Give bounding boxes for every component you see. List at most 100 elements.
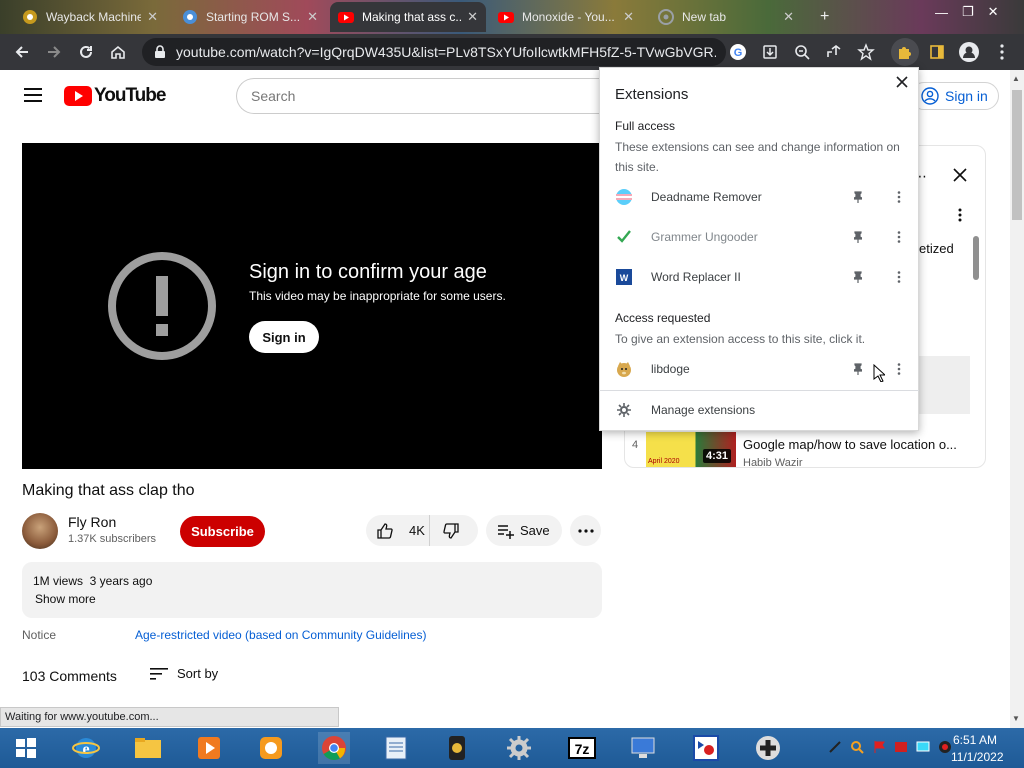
scroll-down-icon[interactable]: ▼ [1012, 714, 1020, 723]
share-button[interactable] [820, 38, 848, 66]
tab-making-that[interactable]: Making that ass c... ✕ [330, 2, 486, 32]
show-more-link[interactable]: Show more [35, 592, 96, 606]
install-button[interactable] [756, 38, 784, 66]
extension-row-deadname-remover[interactable]: Deadname Remover [599, 184, 919, 210]
gamepad-app-icon[interactable] [752, 732, 784, 764]
chrome-taskbar-icon[interactable] [318, 732, 350, 764]
remote-desktop-icon[interactable] [627, 732, 659, 764]
clock-time[interactable]: 6:51 AM [953, 733, 997, 747]
save-button[interactable]: Save [486, 515, 562, 546]
extension-menu-icon[interactable] [897, 363, 901, 375]
reload-button[interactable] [72, 38, 100, 66]
extension-menu-icon[interactable] [897, 191, 901, 203]
like-button[interactable]: 4K [366, 515, 430, 546]
description-box[interactable] [22, 562, 602, 618]
recorder-app-icon[interactable] [690, 732, 722, 764]
google-lens-button[interactable]: G [724, 38, 752, 66]
google-icon: G [730, 44, 746, 60]
notepad-icon[interactable] [380, 732, 412, 764]
home-icon [111, 45, 125, 59]
tab-monoxide[interactable]: Monoxide - You... ✕ [490, 2, 642, 32]
search-input[interactable]: Search [236, 78, 636, 114]
extension-menu-icon[interactable] [897, 271, 901, 283]
extension-row-grammer-ungooder[interactable]: Grammer Ungooder [599, 224, 919, 250]
player-sign-in-button[interactable]: Sign in [249, 321, 319, 353]
youtube-favicon-icon [338, 9, 354, 25]
search-tray-icon[interactable] [850, 740, 864, 754]
close-icon[interactable]: ✕ [307, 9, 318, 25]
close-icon[interactable]: ✕ [783, 9, 794, 25]
tool-app-icon[interactable] [441, 732, 473, 764]
extension-menu-icon[interactable] [897, 231, 901, 243]
volume-tray-icon[interactable] [938, 740, 952, 754]
full-access-heading: Full access [615, 119, 676, 133]
manage-extensions-button[interactable]: Manage extensions [599, 397, 919, 423]
internet-explorer-icon[interactable]: e [70, 732, 102, 764]
channel-avatar[interactable] [22, 513, 58, 549]
sort-by-button[interactable]: Sort by [150, 666, 218, 681]
browser-menu-button[interactable] [988, 38, 1016, 66]
sort-by-label: Sort by [177, 666, 219, 681]
close-icon[interactable]: ✕ [147, 9, 158, 25]
extensions-close-icon[interactable] [896, 76, 908, 88]
extension-row-word-replacer[interactable]: W Word Replacer II [599, 264, 919, 290]
address-bar[interactable]: youtube.com/watch?v=IgQrqDW435U&list=PLv… [142, 38, 726, 66]
playlist-close-icon[interactable] [952, 167, 968, 183]
7zip-icon[interactable]: 7z [566, 732, 598, 764]
extensions-button[interactable] [891, 38, 919, 66]
extension-row-libdoge[interactable]: libdoge [599, 356, 919, 382]
restore-icon[interactable]: ❐ [962, 4, 974, 20]
zoom-button[interactable] [788, 38, 816, 66]
age-restricted-link[interactable]: Age-restricted video (based on Community… [135, 628, 426, 642]
back-button[interactable] [8, 38, 36, 66]
divider [599, 390, 919, 391]
start-button[interactable] [10, 732, 42, 764]
security-tray-icon[interactable] [894, 740, 908, 754]
profile-button[interactable] [955, 38, 983, 66]
playlist-kebab-icon[interactable] [958, 208, 962, 222]
tab-title: Starting ROM S... [206, 10, 301, 24]
pin-icon[interactable] [854, 231, 862, 243]
hamburger-menu-icon[interactable] [24, 88, 42, 102]
flag-tray-icon[interactable] [872, 740, 886, 754]
minimize-icon[interactable]: — [935, 5, 948, 20]
new-tab-plus-icon[interactable]: + [820, 8, 829, 26]
network-tray-icon[interactable] [916, 740, 930, 754]
trans-flag-icon [616, 189, 632, 205]
dislike-button[interactable] [430, 515, 460, 546]
uc-browser-icon[interactable] [255, 732, 287, 764]
home-button[interactable] [104, 38, 132, 66]
sign-in-button[interactable]: Sign in [910, 82, 999, 110]
pin-icon[interactable] [854, 271, 862, 283]
window-close-icon[interactable]: ✕ [988, 4, 999, 20]
playlist-scrollbar[interactable] [973, 236, 979, 280]
scrollbar-thumb[interactable] [1012, 90, 1022, 220]
pin-icon[interactable] [854, 191, 862, 203]
youtube-logo[interactable]: YouTube [64, 85, 166, 107]
close-icon[interactable]: ✕ [467, 9, 478, 25]
channel-name[interactable]: Fly Ron [68, 514, 116, 530]
pen-tray-icon[interactable] [828, 740, 842, 754]
file-explorer-icon[interactable] [132, 732, 164, 764]
forward-button[interactable] [40, 38, 68, 66]
playlist-item-title[interactable]: Google map/how to save location o... [743, 437, 957, 452]
profile-icon [959, 42, 979, 62]
tab-wayback[interactable]: Wayback Machine ✕ [14, 2, 166, 32]
view-count-date: 1M views 3 years ago [33, 574, 153, 588]
close-icon[interactable]: ✕ [623, 9, 634, 25]
puzzle-icon [899, 47, 911, 59]
scroll-up-icon[interactable]: ▲ [1012, 74, 1020, 83]
tab-starting-rom[interactable]: Starting ROM S... ✕ [174, 2, 326, 32]
side-panel-button[interactable] [923, 38, 951, 66]
bookmark-button[interactable] [852, 38, 880, 66]
media-player-icon[interactable] [193, 732, 225, 764]
account-icon [921, 87, 939, 105]
playlist-add-icon [498, 524, 514, 539]
pin-icon[interactable] [854, 363, 862, 375]
tab-new-tab[interactable]: New tab ✕ [650, 2, 802, 32]
settings-gear-app-icon[interactable] [503, 732, 535, 764]
clock-date[interactable]: 11/1/2022 [951, 750, 1004, 764]
window-controls: — ❐ ✕ [935, 4, 999, 20]
more-actions-button[interactable] [570, 515, 601, 546]
subscribe-button[interactable]: Subscribe [180, 516, 265, 547]
